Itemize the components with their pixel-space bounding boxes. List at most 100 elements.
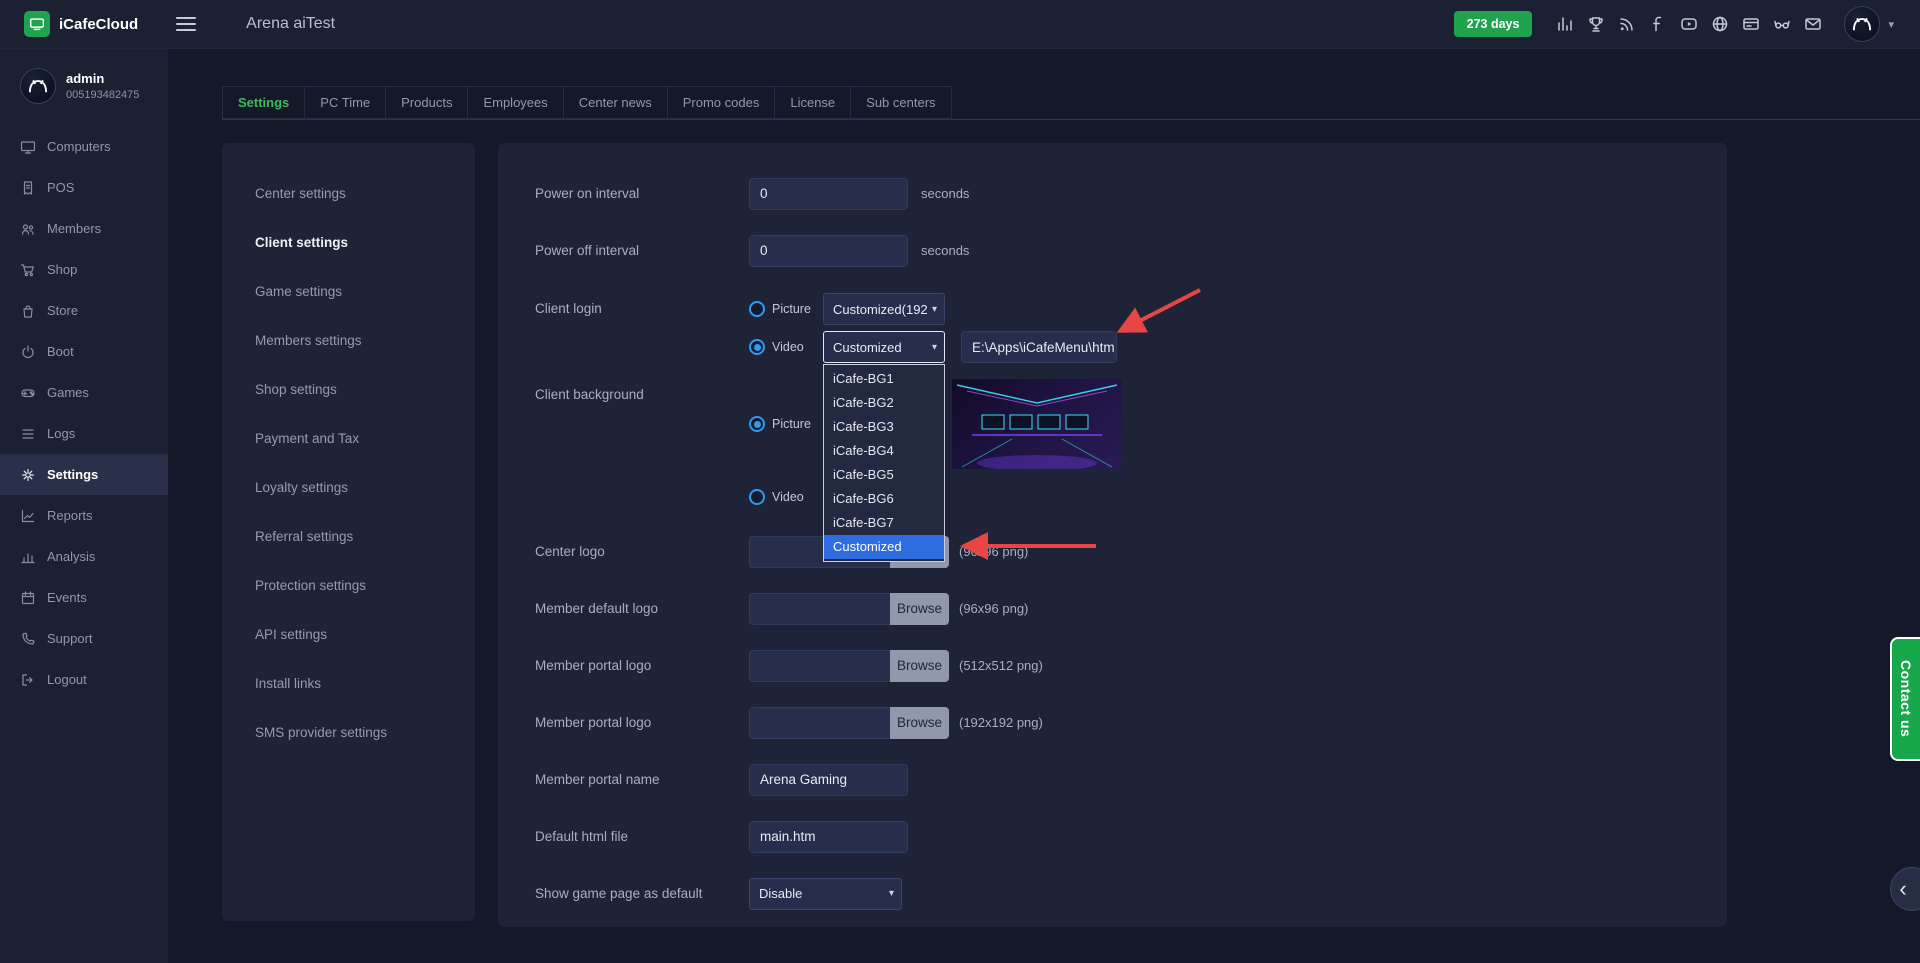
dropdown-option[interactable]: iCafe-BG5 bbox=[824, 463, 944, 487]
sidebar-item-label: Store bbox=[47, 303, 79, 318]
subnav-center-settings[interactable]: Center settings bbox=[222, 169, 475, 218]
client-login-video-radio[interactable]: Video bbox=[749, 339, 823, 355]
client-login-video-line: Video Customized ▾ iCafe-BG1 iCafe-BG2 i… bbox=[749, 331, 1117, 562]
power-off-interval-input[interactable]: 0 bbox=[749, 234, 908, 267]
sidebar-item-support[interactable]: Support bbox=[0, 618, 168, 659]
client-login-picture-radio[interactable]: Picture bbox=[749, 301, 823, 317]
field-label: Power off interval bbox=[535, 243, 640, 258]
globe-icon[interactable] bbox=[1709, 13, 1731, 35]
list-icon bbox=[22, 428, 34, 439]
stats-icon[interactable] bbox=[1554, 13, 1576, 35]
sidebar-item-reports[interactable]: Reports bbox=[0, 495, 168, 536]
dropdown-option[interactable]: iCafe-BG7 bbox=[824, 511, 944, 535]
member-portal-logo-512-browse-button[interactable]: Browse bbox=[890, 649, 949, 682]
tab-promo-codes[interactable]: Promo codes bbox=[666, 86, 776, 119]
tab-pc-time[interactable]: PC Time bbox=[304, 86, 387, 119]
subnav-loyalty-settings[interactable]: Loyalty settings bbox=[222, 463, 475, 512]
sidebar-item-boot[interactable]: Boot bbox=[0, 331, 168, 372]
radio-unchecked-icon bbox=[749, 301, 765, 317]
dropdown-option-customized[interactable]: Customized bbox=[824, 535, 944, 559]
card-icon[interactable] bbox=[1740, 13, 1762, 35]
member-default-logo-file-input[interactable] bbox=[749, 592, 890, 625]
tab-employees[interactable]: Employees bbox=[467, 86, 564, 119]
gear-icon bbox=[22, 468, 34, 481]
show-game-page-select[interactable]: Disable ▾ bbox=[749, 877, 902, 910]
field-label: Member portal logo bbox=[535, 715, 652, 730]
menu-toggle-icon[interactable] bbox=[176, 13, 197, 35]
default-html-file-input[interactable]: main.htm bbox=[749, 820, 908, 853]
subnav-shop-settings[interactable]: Shop settings bbox=[222, 365, 475, 414]
sidebar-item-label: Support bbox=[47, 631, 93, 646]
sidebar-item-shop[interactable]: Shop bbox=[0, 249, 168, 290]
sidebar-item-settings[interactable]: Settings bbox=[0, 454, 168, 495]
chevron-left-icon: ‹ bbox=[1899, 876, 1907, 901]
subnav-payment-and-tax[interactable]: Payment and Tax bbox=[222, 414, 475, 463]
subnav-install-links[interactable]: Install links bbox=[222, 659, 475, 708]
sidebar-item-games[interactable]: Games bbox=[0, 372, 168, 413]
power-on-interval-input[interactable]: 0 bbox=[749, 177, 908, 210]
field-label: Member default logo bbox=[535, 601, 659, 616]
topbar-icons bbox=[1554, 13, 1824, 35]
member-portal-name-input[interactable]: Arena Gaming bbox=[749, 763, 908, 796]
sidebar-user: admin 005193482475 bbox=[0, 49, 168, 104]
member-portal-logo-192-browse-button[interactable]: Browse bbox=[890, 706, 949, 739]
subnav-api-settings[interactable]: API settings bbox=[222, 610, 475, 659]
client-background-picture-radio[interactable]: Picture bbox=[749, 416, 823, 432]
sidebar-item-label: Boot bbox=[47, 344, 74, 359]
sidebar-item-pos[interactable]: POS bbox=[0, 167, 168, 208]
client-background-video-radio[interactable]: Video bbox=[749, 489, 823, 505]
sidebar-item-events[interactable]: Events bbox=[0, 577, 168, 618]
sidebar-item-label: Computers bbox=[47, 139, 111, 154]
tab-settings[interactable]: Settings bbox=[222, 86, 306, 119]
subnav-members-settings[interactable]: Members settings bbox=[222, 316, 475, 365]
dropdown-option[interactable]: iCafe-BG4 bbox=[824, 439, 944, 463]
license-days-badge[interactable]: 273 days bbox=[1453, 11, 1533, 37]
member-portal-logo-192-file-input[interactable] bbox=[749, 706, 890, 739]
dropdown-option[interactable]: iCafe-BG2 bbox=[824, 391, 944, 415]
sidebar-item-computers[interactable]: Computers bbox=[0, 126, 168, 167]
tab-center-news[interactable]: Center news bbox=[562, 86, 668, 119]
contact-us-button[interactable]: Contact us bbox=[1890, 637, 1920, 761]
dropdown-option[interactable]: iCafe-BG3 bbox=[824, 415, 944, 439]
member-portal-logo-512-file-input[interactable] bbox=[749, 649, 890, 682]
sidebar-item-members[interactable]: Members bbox=[0, 208, 168, 249]
glasses-icon[interactable] bbox=[1771, 13, 1793, 35]
subnav-sms-provider-settings[interactable]: SMS provider settings bbox=[222, 708, 475, 757]
sidebar-item-analysis[interactable]: Analysis bbox=[0, 536, 168, 577]
receipt-icon bbox=[23, 180, 33, 195]
user-avatar[interactable] bbox=[1844, 6, 1881, 42]
mail-icon[interactable] bbox=[1802, 13, 1824, 35]
custom-video-path-input[interactable]: E:\Apps\iCafeMenu\htm bbox=[961, 331, 1117, 363]
subnav-game-settings[interactable]: Game settings bbox=[222, 267, 475, 316]
subnav-referral-settings[interactable]: Referral settings bbox=[222, 512, 475, 561]
sidebar-item-logs[interactable]: Logs bbox=[0, 413, 168, 454]
dropdown-option[interactable]: iCafe-BG6 bbox=[824, 487, 944, 511]
sidebar-item-store[interactable]: Store bbox=[0, 290, 168, 331]
client-login-video-select[interactable]: Customized ▾ bbox=[823, 331, 945, 363]
trophy-icon[interactable] bbox=[1585, 13, 1607, 35]
sidebar-item-label: Logs bbox=[47, 426, 76, 441]
field-label: Client login bbox=[535, 301, 602, 316]
member-default-logo-browse-button[interactable]: Browse bbox=[890, 592, 949, 625]
subnav-protection-settings[interactable]: Protection settings bbox=[222, 561, 475, 610]
field-label: Member portal logo bbox=[535, 658, 652, 673]
youtube-icon[interactable] bbox=[1678, 13, 1700, 35]
brand-logo[interactable]: iCafeCloud bbox=[24, 11, 138, 37]
dropdown-option[interactable]: iCafe-BG1 bbox=[824, 367, 944, 391]
power-off-interval-row: Power off interval 0 seconds bbox=[535, 222, 1697, 279]
tab-sub-centers[interactable]: Sub centers bbox=[850, 86, 952, 119]
sidebar-item-logout[interactable]: Logout bbox=[0, 659, 168, 700]
rss-icon[interactable] bbox=[1616, 13, 1638, 35]
chevron-down-icon[interactable]: ▾ bbox=[1888, 18, 1894, 31]
field-label: Power on interval bbox=[535, 186, 640, 201]
tab-license[interactable]: License bbox=[774, 86, 852, 119]
brand-name: iCafeCloud bbox=[59, 15, 139, 33]
subnav-client-settings[interactable]: Client settings bbox=[222, 218, 475, 267]
sidebar-avatar bbox=[20, 68, 56, 104]
brand-icon bbox=[24, 11, 50, 37]
facebook-icon[interactable] bbox=[1647, 13, 1669, 35]
client-settings-form: Power on interval 0 seconds Power off in… bbox=[498, 143, 1727, 927]
default-html-file-row: Default html file main.htm bbox=[535, 808, 1697, 865]
client-login-picture-select[interactable]: Customized(1920 ▾ bbox=[823, 293, 945, 325]
tab-products[interactable]: Products bbox=[385, 86, 469, 119]
